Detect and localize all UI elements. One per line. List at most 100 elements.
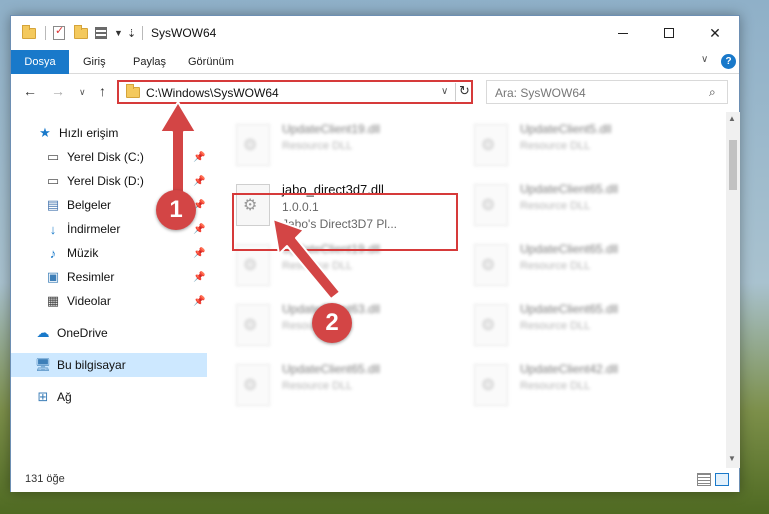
network-icon: ⊞ [37, 389, 49, 404]
help-icon[interactable]: ? [721, 54, 736, 69]
pin-icon: 📌 [193, 175, 206, 187]
navigation-bar: ← → ∨ ↑ C:\Windows\SysWOW64 ∨ ↻ Ara: Sys… [11, 75, 739, 111]
music-icon: ♪ [49, 245, 57, 261]
folder-icon [22, 24, 36, 42]
sidebar-item-pictures[interactable]: ▣ Resimler 📌 [11, 265, 207, 289]
file-name: UpdateClient19.dll [282, 122, 381, 136]
dll-file-icon [474, 364, 508, 406]
window-title: SysWOW64 [151, 26, 217, 40]
view-icon[interactable] [95, 24, 107, 42]
search-icon[interactable]: ⌕ [709, 85, 716, 100]
file-tile[interactable]: UpdateClient19.dll Resource DLL [212, 116, 442, 172]
sidebar-item-this-pc[interactable]: 🖥 Bu bilgisayar [11, 353, 207, 377]
pin-icon: 📌 [193, 151, 206, 163]
sidebar-item-label: Videolar [67, 294, 111, 308]
document-icon: ▤ [46, 197, 60, 212]
sidebar-item-label: Belgeler [67, 198, 112, 212]
sidebar-item-label: Yerel Disk (C:) [67, 150, 144, 164]
address-path[interactable]: C:\Windows\SysWOW64 [146, 86, 279, 100]
sidebar-item-label: Bu bilgisayar [57, 358, 126, 372]
maximize-button[interactable] [646, 16, 692, 50]
sidebar-item-network[interactable]: ⊞ Ağ [11, 385, 207, 409]
status-bar: 131 öğe [11, 468, 739, 492]
file-description: Resource DLL [520, 320, 591, 332]
file-description: Resource DLL [282, 380, 353, 392]
expand-ribbon-icon[interactable]: ∨ [701, 54, 708, 65]
file-name: UpdateClient65.dll [520, 242, 619, 256]
file-name: UpdateClient65.dll [520, 182, 619, 196]
scroll-up-icon[interactable]: ▲ [728, 114, 736, 123]
tab-view[interactable]: Görünüm [188, 50, 234, 74]
tab-share[interactable]: Paylaş [133, 50, 166, 74]
pin-icon: 📌 [193, 247, 206, 259]
file-description: Resource DLL [520, 200, 591, 212]
file-description: Resource DLL [520, 260, 591, 272]
tab-file[interactable]: Dosya [11, 50, 69, 74]
dll-file-icon [236, 124, 270, 166]
toolbar-separator [45, 26, 46, 40]
sidebar-item-label: İndirmeler [67, 222, 121, 236]
customize-toolbar-icon[interactable]: ⇣ [127, 24, 136, 42]
file-name: UpdateClient5.dll [520, 122, 612, 136]
tab-home[interactable]: Giriş [83, 50, 106, 74]
file-description: Resource DLL [282, 260, 353, 272]
search-box[interactable]: Ara: SysWOW64 ⌕ [486, 80, 728, 104]
file-tile[interactable]: UpdateClient65.dll Resource DLL [212, 356, 442, 412]
vertical-scrollbar[interactable]: ▲ ▼ [726, 112, 740, 468]
scroll-down-icon[interactable]: ▼ [728, 454, 736, 463]
sidebar-item-onedrive[interactable]: ☁ OneDrive [11, 321, 207, 345]
drive-icon: ▭ [46, 149, 60, 164]
sidebar-item-label: Yerel Disk (D:) [67, 174, 144, 188]
file-tile[interactable]: UpdateClient65.dll Resource DLL [450, 296, 680, 352]
file-description: Resource DLL [520, 140, 591, 152]
close-button[interactable]: ✕ [692, 16, 738, 50]
scrollbar-thumb[interactable] [729, 140, 737, 190]
forward-arrow-icon[interactable]: → [51, 83, 65, 99]
navigation-pane: ★ Hızlı erişim ▭ Yerel Disk (C:) 📌 ▭ Yer… [11, 112, 207, 468]
file-list: UpdateClient19.dll Resource DLL UpdateCl… [210, 112, 726, 468]
address-dropdown-icon[interactable]: ∨ [441, 86, 448, 97]
selection-highlight-box [232, 193, 458, 251]
file-name: UpdateClient65.dll [282, 362, 381, 376]
address-bar[interactable]: C:\Windows\SysWOW64 ∨ ↻ [117, 80, 473, 104]
pin-icon: 📌 [193, 295, 206, 307]
annotation-badge-1: 1 [156, 190, 196, 230]
minimize-button[interactable] [600, 16, 646, 50]
up-arrow-icon[interactable]: ↑ [99, 83, 106, 99]
sidebar-item-music[interactable]: ♪ Müzik 📌 [11, 241, 207, 265]
properties-icon[interactable] [53, 24, 65, 42]
search-placeholder[interactable]: Ara: SysWOW64 [495, 86, 586, 100]
dll-file-icon [474, 184, 508, 226]
dll-file-icon [474, 244, 508, 286]
title-bar: ▼ ⇣ SysWOW64 ✕ [11, 16, 739, 50]
refresh-icon[interactable]: ↻ [455, 83, 473, 101]
explorer-window: ▼ ⇣ SysWOW64 ✕ Dosya Giriş Paylaş Görünü… [10, 15, 740, 492]
details-view-icon[interactable] [697, 473, 711, 486]
dll-file-icon [236, 304, 270, 346]
file-tile[interactable]: UpdateClient65.dll Resource DLL [450, 176, 680, 232]
video-icon: ▦ [46, 293, 60, 308]
drive-icon: ▭ [46, 173, 60, 188]
file-tile[interactable]: UpdateClient42.dll Resource DLL [450, 356, 680, 412]
back-arrow-icon[interactable]: ← [23, 83, 37, 99]
file-description: Resource DLL [520, 380, 591, 392]
tiles-view-icon[interactable] [715, 473, 729, 486]
file-tile[interactable]: UpdateClient65.dll Resource DLL [450, 236, 680, 292]
file-tile[interactable]: UpdateClient5.dll Resource DLL [450, 116, 680, 172]
star-icon: ★ [39, 125, 51, 140]
sidebar-item-label: Ağ [57, 390, 72, 404]
folder-icon [126, 84, 140, 98]
new-folder-icon[interactable] [74, 24, 88, 42]
sidebar-item-videos[interactable]: ▦ Videolar 📌 [11, 289, 207, 313]
annotation-badge-2: 2 [312, 303, 352, 343]
toolbar-separator [142, 26, 143, 40]
sidebar-item-quick-access[interactable]: ★ Hızlı erişim [11, 121, 207, 145]
recent-locations-icon[interactable]: ∨ [79, 87, 86, 98]
minimize-icon [618, 32, 628, 34]
chevron-down-icon[interactable]: ▼ [114, 24, 123, 42]
sidebar-item-local-disk-c[interactable]: ▭ Yerel Disk (C:) 📌 [11, 145, 207, 169]
dll-file-icon [474, 304, 508, 346]
file-name: UpdateClient65.dll [520, 302, 619, 316]
ribbon-tabs: Dosya Giriş Paylaş Görünüm ∨ ? [11, 50, 739, 74]
item-count: 131 öğe [25, 473, 65, 485]
